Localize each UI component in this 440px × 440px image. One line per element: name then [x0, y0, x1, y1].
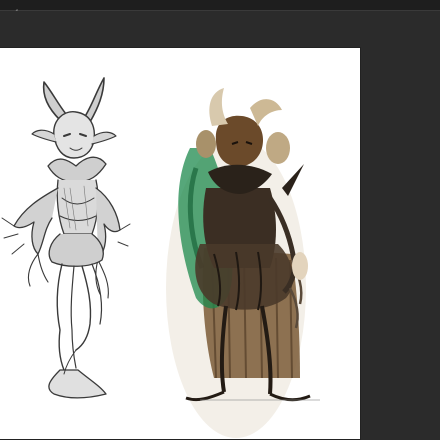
canvas-workspace[interactable] — [0, 11, 440, 440]
drawing-canvas[interactable] — [0, 48, 360, 439]
document-tab[interactable] — [0, 0, 10, 10]
color-study-figure — [166, 88, 320, 438]
top-bar — [0, 0, 440, 15]
brush-icon[interactable] — [11, 1, 19, 15]
pencil-sketch-figure — [1, 77, 131, 399]
artwork-layer — [1, 77, 320, 438]
